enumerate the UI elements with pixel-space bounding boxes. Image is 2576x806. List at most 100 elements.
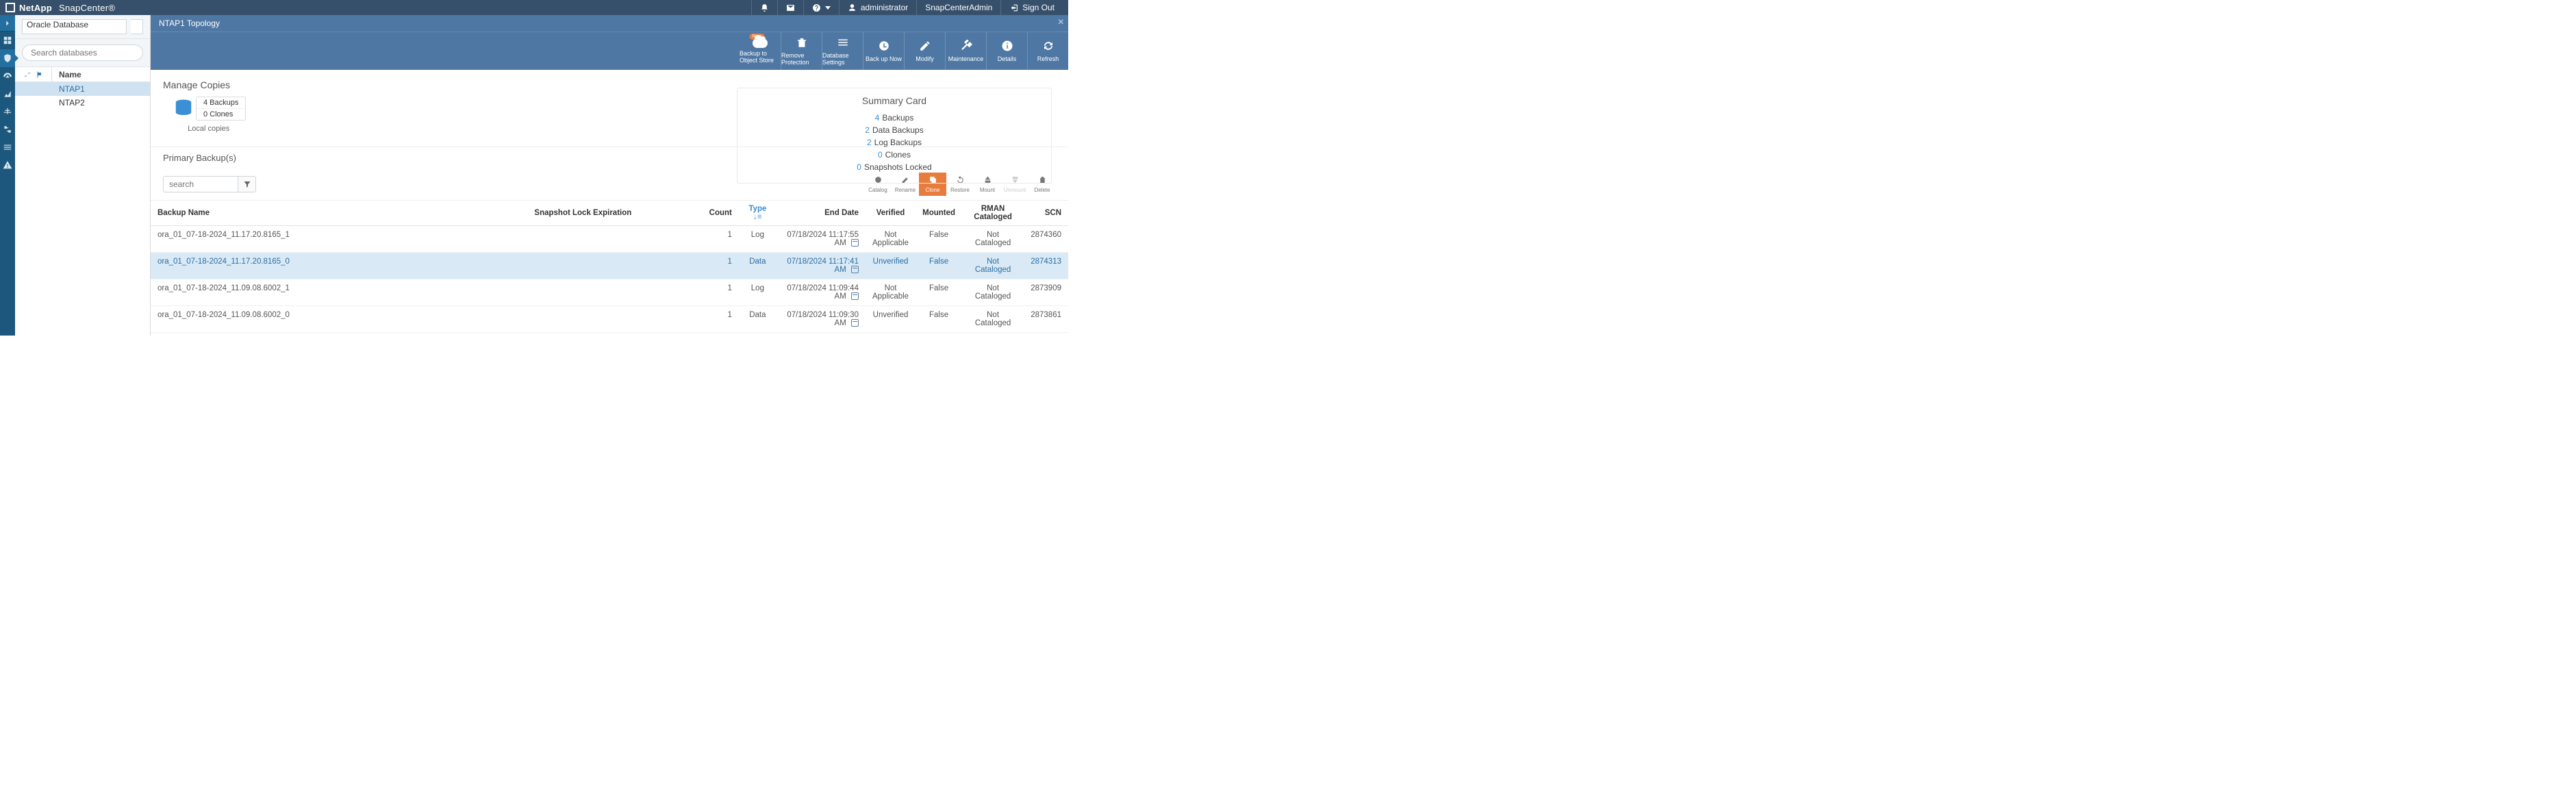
- bell-icon: [760, 3, 769, 12]
- action-label: Refresh: [1037, 55, 1059, 62]
- backup-action-label: Restore: [950, 187, 970, 193]
- role-label: SnapCenterAdmin: [925, 3, 992, 12]
- backup-row[interactable]: ora_01_07-18-2024_11.09.08.6002_11Log07/…: [151, 279, 1068, 306]
- brand-product: SnapCenter®: [59, 3, 115, 13]
- resource-type-select[interactable]: Oracle Database: [22, 19, 127, 34]
- action-label: Back up Now: [866, 55, 902, 62]
- grid-icon: [3, 36, 12, 45]
- backups-table: Backup Name Snapshot Lock Expiration Cou…: [151, 201, 1068, 333]
- cell-verified: Not Applicable: [866, 279, 916, 306]
- rail-monitor[interactable]: [0, 67, 15, 85]
- col-verified[interactable]: Verified: [866, 201, 916, 226]
- summary-number: 0: [878, 150, 883, 160]
- action-label: Backup to Object Store: [740, 50, 781, 64]
- action-db_settings[interactable]: Database Settings: [822, 32, 863, 70]
- rail-settings[interactable]: [0, 138, 15, 156]
- rail-resources[interactable]: [0, 49, 15, 67]
- messages-button[interactable]: [777, 0, 803, 15]
- backup-action-label: Unmount: [1004, 187, 1026, 193]
- rail-dashboard[interactable]: [0, 32, 15, 49]
- maintenance-icon: [960, 40, 972, 53]
- cell-mounted: False: [916, 226, 962, 253]
- cell-end-date: 07/18/2024 11:17:55 AM: [776, 226, 866, 253]
- role-label-container[interactable]: SnapCenterAdmin: [916, 0, 1000, 15]
- backup-row[interactable]: ora_01_07-18-2024_11.17.20.8165_11Log07/…: [151, 226, 1068, 253]
- remove_protection-icon: [796, 36, 808, 50]
- rail-hosts[interactable]: [0, 103, 15, 121]
- funnel-icon: [243, 180, 251, 188]
- cell-mounted: False: [916, 279, 962, 306]
- resource-item[interactable]: NTAP1: [15, 82, 150, 96]
- col-count[interactable]: Count: [703, 201, 739, 226]
- summary-line: 2Data Backups: [748, 124, 1040, 136]
- cell-count: 1: [703, 253, 739, 279]
- cell-end-date: 07/18/2024 11:17:41 AM: [776, 253, 866, 279]
- summary-text: Data Backups: [872, 125, 924, 135]
- local-copies-card[interactable]: 4 Backups 0 Clones Local copies: [171, 96, 246, 133]
- user-label: administrator: [861, 3, 908, 12]
- col-name-header[interactable]: Name: [52, 70, 81, 79]
- summary-card: Summary Card 4Backups2Data Backups2Log B…: [737, 88, 1052, 184]
- calendar-icon: [851, 239, 859, 247]
- cell-name: ora_01_07-18-2024_11.17.20.8165_0: [151, 253, 527, 279]
- backup-row[interactable]: ora_01_07-18-2024_11.17.20.8165_0 1Data07…: [151, 253, 1068, 279]
- db_settings-icon: [837, 36, 849, 50]
- col-end-date[interactable]: End Date: [776, 201, 866, 226]
- primary-search-input[interactable]: [163, 176, 238, 192]
- backup-action-label: Rename: [895, 187, 916, 193]
- notifications-button[interactable]: [751, 0, 777, 15]
- calendar-icon: [851, 266, 859, 273]
- summary-number: 0: [857, 162, 861, 172]
- cell-scn: 2873909: [1024, 279, 1068, 306]
- rail-storage[interactable]: [0, 121, 15, 138]
- summary-line: 0Snapshots Locked: [748, 161, 1040, 173]
- content-area: NTAP1 Topology × NewBackup to Object Sto…: [151, 15, 1068, 336]
- summary-text: Clones: [885, 150, 911, 160]
- resource-item[interactable]: NTAP2: [15, 96, 150, 110]
- cell-name: ora_01_07-18-2024_11.09.08.6002_1: [151, 279, 527, 306]
- cell-verified: Not Applicable: [866, 226, 916, 253]
- rail-collapse-button[interactable]: [0, 15, 15, 32]
- col-scn[interactable]: SCN: [1024, 201, 1068, 226]
- summary-number: 2: [867, 138, 872, 147]
- cell-type: Data: [739, 306, 776, 333]
- col-mounted[interactable]: Mounted: [916, 201, 962, 226]
- backup-row[interactable]: ora_01_07-18-2024_11.09.08.6002_01Data07…: [151, 306, 1068, 333]
- chart-icon: [3, 89, 12, 99]
- cell-verified: Unverified: [866, 253, 916, 279]
- flag-icon[interactable]: [36, 71, 44, 79]
- action-maintenance[interactable]: Maintenance: [945, 32, 986, 70]
- brand-company: NetApp: [19, 3, 52, 13]
- col-rman[interactable]: RMAN Cataloged: [962, 201, 1024, 226]
- action-remove_protection[interactable]: Remove Protection: [781, 32, 822, 70]
- signout-label: Sign Out: [1022, 3, 1055, 12]
- action-details[interactable]: Details: [986, 32, 1027, 70]
- action-label: Modify: [916, 55, 934, 62]
- action-modify[interactable]: Modify: [904, 32, 945, 70]
- top-bar: NetApp SnapCenter® administrator SnapCen…: [0, 0, 1068, 15]
- sort-icon[interactable]: [23, 71, 31, 79]
- action-refresh[interactable]: Refresh: [1027, 32, 1068, 70]
- action-backup_obj[interactable]: NewBackup to Object Store: [740, 32, 781, 70]
- action-backup_now[interactable]: Back up Now: [863, 32, 904, 70]
- sliders-icon: [3, 142, 12, 152]
- warning-icon: [3, 160, 12, 170]
- col-backup-name[interactable]: Backup Name: [151, 201, 527, 226]
- sign-out-button[interactable]: Sign Out: [1000, 0, 1063, 15]
- resource-type-caret[interactable]: [131, 19, 143, 34]
- cell-type: Data: [739, 253, 776, 279]
- user-menu[interactable]: administrator: [839, 0, 916, 15]
- col-type[interactable]: Type ↓≡: [739, 201, 776, 226]
- cell-scn: 2873861: [1024, 306, 1068, 333]
- help-button[interactable]: [803, 0, 839, 15]
- cell-name: ora_01_07-18-2024_11.09.08.6002_0: [151, 306, 527, 333]
- rail-reports[interactable]: [0, 85, 15, 103]
- close-icon[interactable]: ×: [1058, 16, 1064, 29]
- col-snapshot-lock[interactable]: Snapshot Lock Expiration: [527, 201, 702, 226]
- primary-filter-button[interactable]: [238, 176, 256, 192]
- rail-alerts[interactable]: [0, 156, 15, 174]
- chevron-right-icon: [3, 18, 12, 28]
- summary-text: Log Backups: [874, 138, 922, 147]
- search-databases-input[interactable]: [22, 45, 143, 61]
- backup-action-label: Clone: [926, 187, 940, 193]
